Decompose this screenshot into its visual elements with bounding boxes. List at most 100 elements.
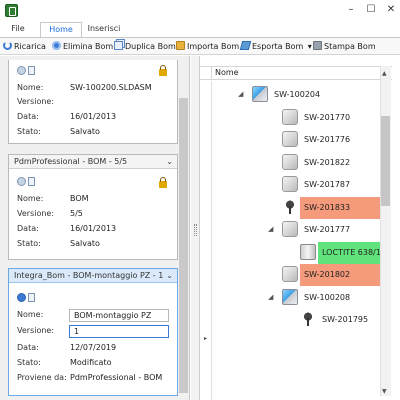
tree-row[interactable]: SW-201776 bbox=[200, 129, 380, 151]
expand-toggle-icon[interactable]: ◢ bbox=[268, 293, 273, 301]
screw-icon bbox=[300, 311, 316, 327]
tree-row-label: SW-201777 bbox=[304, 225, 351, 234]
tree-row[interactable]: SW-201802 bbox=[200, 264, 380, 286]
duplicate-bom-label: Duplica Bom bbox=[125, 42, 176, 51]
tree-row[interactable]: SW-201787 bbox=[200, 174, 380, 196]
splitter-grip-icon[interactable] bbox=[194, 224, 197, 236]
tree-row[interactable]: ◢ SW-201777 bbox=[200, 219, 380, 241]
grid-header: Nome bbox=[200, 66, 392, 80]
field-status: Stato: Salvato bbox=[17, 239, 100, 248]
tree-row-label: SW-100208 bbox=[304, 292, 351, 302]
delete-bom-button[interactable]: Elimina Bom bbox=[52, 40, 113, 54]
version-input[interactable]: 1 bbox=[69, 325, 169, 338]
part-icon bbox=[282, 266, 298, 282]
tab-file[interactable]: File bbox=[6, 22, 30, 37]
ribbon-tabs: File Home Inserisci bbox=[0, 22, 400, 37]
tree-row-label: SW-201795 bbox=[322, 315, 369, 324]
bom-card-integra[interactable]: Integra_Bom - BOM-montaggio PZ - 1 ⌄ Nome… bbox=[8, 268, 178, 396]
field-date: Data: 12/07/2019 bbox=[17, 343, 117, 352]
tree-row-label: SW-201833 bbox=[300, 196, 380, 219]
print-icon bbox=[313, 41, 322, 50]
field-name: Nome: BOM bbox=[17, 194, 89, 203]
refresh-icon bbox=[3, 41, 12, 50]
tree-row[interactable]: SW-201795 bbox=[200, 309, 380, 331]
field-status: Stato: Modificato bbox=[17, 358, 112, 367]
bom-card-pdm[interactable]: PdmProfessional - BOM - 5/5 ⌄ Nome: BOM Ve… bbox=[8, 154, 178, 260]
tab-inserisci[interactable]: Inserisci bbox=[86, 22, 122, 37]
tree-row-label: LOCTITE 638/10 bbox=[318, 241, 386, 264]
row-indicator-header bbox=[200, 67, 212, 79]
duplicate-bom-button[interactable]: Duplica Bom bbox=[114, 40, 176, 54]
disk-icon bbox=[17, 66, 26, 75]
scroll-up-icon[interactable]: ▲ bbox=[382, 70, 387, 77]
field-version: Versione: 5/5 bbox=[17, 209, 83, 218]
bom-card-document[interactable]: Nome: SW-100200.SLDASM Versione: Data: 16/… bbox=[8, 60, 178, 144]
assembly-icon bbox=[252, 86, 268, 102]
part-icon bbox=[282, 221, 298, 237]
chevron-down-icon[interactable]: ⌄ bbox=[166, 155, 173, 168]
print-bom-label: Stampa Bom bbox=[324, 42, 376, 51]
field-date: Data: 16/01/2013 bbox=[17, 112, 117, 121]
scroll-down-icon[interactable]: ▼ bbox=[382, 388, 387, 395]
disk-icon bbox=[17, 293, 26, 302]
delete-bom-label: Elimina Bom bbox=[63, 42, 114, 51]
print-bom-button[interactable]: Stampa Bom bbox=[313, 40, 376, 54]
card-icons bbox=[17, 66, 41, 76]
expand-toggle-icon[interactable]: ◢ bbox=[238, 90, 243, 98]
ribbon-toolbar: Ricarica Elimina Bom Duplica Bom Importa… bbox=[0, 37, 400, 55]
document-icon bbox=[28, 293, 35, 302]
part-icon bbox=[282, 176, 298, 192]
tree-row[interactable]: LOCTITE 638/10 bbox=[200, 241, 386, 264]
part-icon bbox=[282, 153, 298, 170]
document-icon bbox=[28, 66, 35, 75]
name-input[interactable]: BOM-montaggio PZ bbox=[69, 309, 169, 322]
reload-label: Ricarica bbox=[14, 42, 46, 51]
field-version-label: Versione: bbox=[17, 326, 55, 335]
tree-row-label: SW-201787 bbox=[304, 180, 351, 189]
column-header-nome[interactable]: Nome bbox=[215, 67, 239, 79]
field-version: Versione: bbox=[17, 97, 55, 106]
import-bom-label: Importa Bom bbox=[187, 42, 240, 51]
lock-icon bbox=[159, 177, 167, 188]
expand-toggle-icon[interactable]: ◢ bbox=[268, 225, 273, 233]
tree-row[interactable]: SW-201770 bbox=[200, 107, 380, 129]
bom-tree-grid: Nome ▸ ◢ SW-100204 SW-201770 SW-201776 SW-20… bbox=[200, 56, 400, 400]
tree-row[interactable]: ◢ SW-100204 bbox=[200, 84, 380, 106]
grid-scrollbar-thumb[interactable] bbox=[381, 116, 390, 206]
disk-icon bbox=[17, 177, 26, 186]
reload-button[interactable]: Ricarica bbox=[3, 40, 46, 54]
card-icons bbox=[17, 177, 41, 187]
export-icon bbox=[239, 41, 252, 50]
tab-home[interactable]: Home bbox=[40, 22, 82, 37]
tree-row-label: SW-201822 bbox=[304, 157, 351, 167]
part-icon bbox=[282, 108, 298, 125]
delete-icon bbox=[52, 41, 61, 50]
import-bom-button[interactable]: Importa Bom bbox=[176, 40, 239, 54]
tree-row[interactable]: ◢ SW-100208 bbox=[200, 287, 380, 309]
duplicate-icon bbox=[114, 41, 123, 50]
left-scrollbar-thumb[interactable] bbox=[179, 98, 188, 393]
tree-row-label: SW-201802 bbox=[300, 264, 380, 286]
document-icon bbox=[28, 177, 35, 186]
maximize-button[interactable]: ☐ bbox=[364, 3, 378, 17]
field-source: Proviene da: PdmProfessional - BOM bbox=[17, 373, 163, 382]
card-title: PdmProfessional - BOM - 5/5 ⌄ bbox=[9, 155, 177, 169]
tree-row[interactable]: SW-201833 bbox=[200, 196, 380, 219]
assembly-icon bbox=[282, 288, 298, 305]
import-icon bbox=[176, 41, 185, 50]
card-icons bbox=[17, 293, 41, 303]
lock-icon bbox=[159, 65, 167, 76]
chevron-down-icon[interactable]: ▾ bbox=[308, 42, 312, 51]
tree-row-label: SW-201776 bbox=[304, 135, 351, 144]
field-date: Data: 16/01/2013 bbox=[17, 224, 117, 233]
current-row-arrow-icon: ▸ bbox=[204, 335, 208, 342]
export-bom-button[interactable]: Esporta Bom ▾ bbox=[239, 40, 312, 54]
tree-row[interactable]: SW-201822 bbox=[200, 152, 380, 174]
field-name: Nome: SW-100200.SLDASM bbox=[17, 83, 152, 92]
field-status: Stato: Salvato bbox=[17, 127, 100, 136]
app-icon bbox=[5, 4, 18, 17]
minimize-button[interactable]: – bbox=[344, 3, 358, 17]
close-button[interactable]: ✕ bbox=[384, 3, 398, 17]
chevron-down-icon[interactable]: ⌄ bbox=[166, 269, 173, 282]
tree-row-label: SW-201770 bbox=[304, 112, 351, 122]
